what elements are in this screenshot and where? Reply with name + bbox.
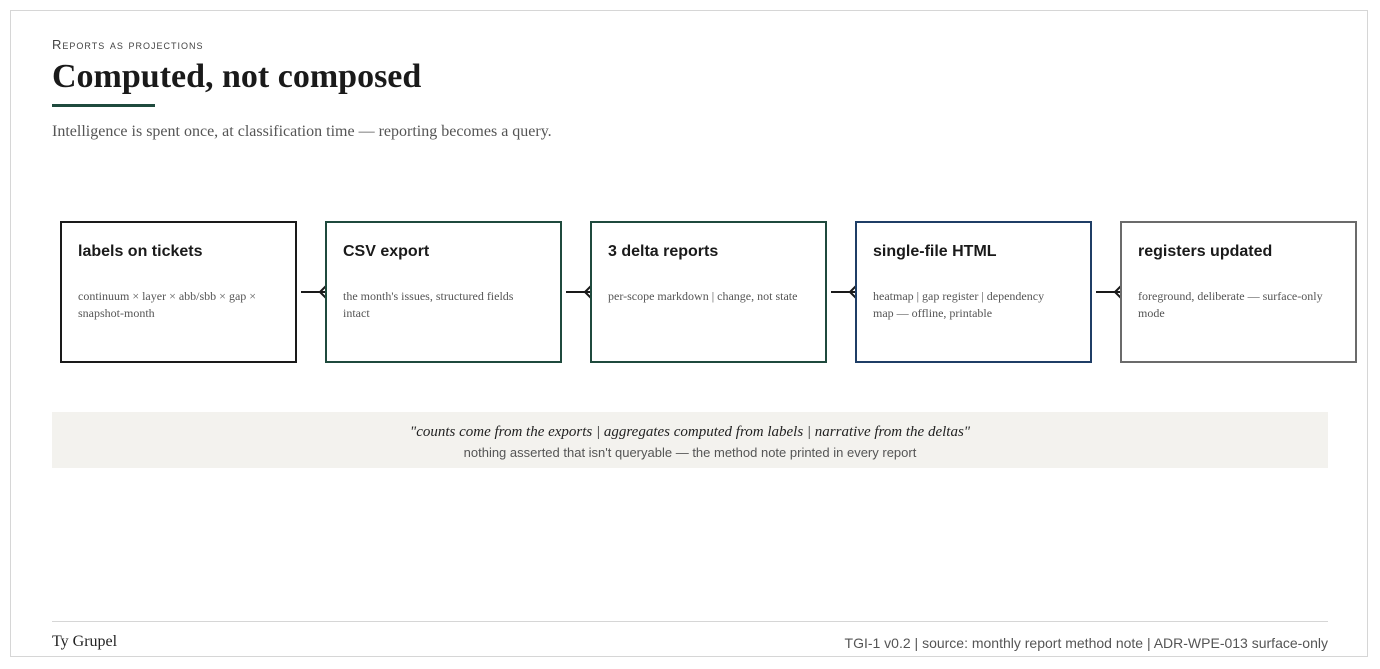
connector-arrow xyxy=(301,285,327,299)
callout-note: nothing asserted that isn't queryable — … xyxy=(463,445,917,460)
step-description: heatmap | gap register | dependency map … xyxy=(873,289,1045,320)
step-title: labels on tickets xyxy=(78,243,203,260)
callout-quote: "counts come from the exports | aggregat… xyxy=(409,424,971,440)
step-title: CSV export xyxy=(343,243,430,260)
step-title: 3 delta reports xyxy=(608,243,719,260)
step-box-single-file-html: single-file HTML heatmap | gap register … xyxy=(855,221,1092,363)
step-box-csv-export: CSV export the month's issues, structure… xyxy=(325,221,562,363)
step-description: the month's issues, structured fields in… xyxy=(343,289,514,320)
step-description: continuum × layer × abb/sbb × gap × snap… xyxy=(78,289,257,320)
page-title: Computed, not composed xyxy=(52,58,422,95)
step-description: foreground, deliberate — surface-only mo… xyxy=(1138,289,1323,320)
callout-band: "counts come from the exports | aggregat… xyxy=(52,412,1328,468)
page-subtitle: Intelligence is spent once, at classific… xyxy=(52,123,552,140)
step-description: per-scope markdown | change, not state xyxy=(608,289,798,303)
footer-divider xyxy=(52,621,1328,622)
step-box-delta-reports: 3 delta reports per-scope markdown | cha… xyxy=(590,221,827,363)
title-underline xyxy=(52,104,155,107)
footer-meta: TGI-1 v0.2 | source: monthly report meth… xyxy=(844,635,1328,651)
connector-arrow xyxy=(831,285,857,299)
connector-arrow xyxy=(566,285,592,299)
step-box-registers-updated: registers updated foreground, deliberate… xyxy=(1120,221,1357,363)
footer-author: Ty Grupel xyxy=(52,633,118,650)
connector-arrow xyxy=(1096,285,1122,299)
eyebrow-label: Reports as projections xyxy=(52,37,204,52)
step-title: single-file HTML xyxy=(873,243,997,260)
step-title: registers updated xyxy=(1138,243,1273,260)
step-box-labels: labels on tickets continuum × layer × ab… xyxy=(60,221,297,363)
